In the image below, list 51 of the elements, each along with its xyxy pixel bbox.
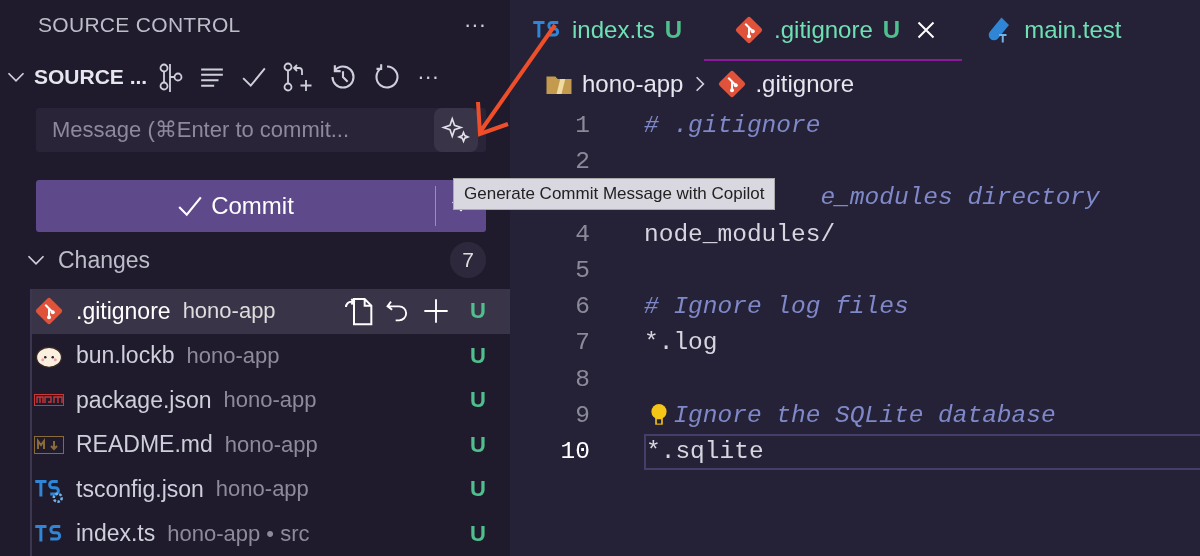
line-number: 10	[559, 438, 591, 466]
count-badge: 7	[450, 242, 486, 279]
file-item[interactable]: index.ts hono-app • src U	[32, 511, 510, 556]
status-letter: U	[470, 431, 486, 458]
editor-tab[interactable]: index.ts U	[510, 0, 705, 61]
section-title: SOURCE ...	[34, 64, 148, 89]
line-number: 7	[574, 329, 591, 357]
file-item[interactable]: bun.lockb hono-app U	[32, 333, 510, 378]
code-line: node_modules/	[644, 219, 837, 250]
code-line: Ignore the SQLite database	[673, 401, 1057, 431]
breadcrumb-item[interactable]: .gitignore	[755, 70, 855, 98]
open-file-icon[interactable]	[342, 295, 375, 328]
changes-title: Changes	[58, 246, 152, 274]
more-button[interactable]: ···	[464, 11, 486, 38]
code-line: e_modules directory	[820, 183, 1100, 214]
code-line: *.log	[644, 328, 719, 359]
line-number: 4	[574, 220, 591, 248]
code-line: *.sqlite	[644, 433, 1200, 470]
plus-icon[interactable]	[422, 297, 451, 326]
sparkle-button[interactable]	[434, 107, 478, 152]
branch-graph-icon[interactable]	[159, 61, 184, 92]
line-number: 5	[574, 256, 591, 284]
panel-title: SOURCE CONTROL	[38, 12, 241, 37]
file-item[interactable]: package.json hono-app U	[32, 378, 510, 423]
commit-message-field[interactable]: Message (⌘Enter to commit...	[50, 115, 434, 144]
markdown-icon	[34, 435, 64, 454]
message-box[interactable]: Message (⌘Enter to commit...	[36, 107, 486, 152]
code-line: # Ignore log files	[644, 292, 910, 323]
refresh-icon[interactable]	[373, 62, 402, 91]
line-number: 2	[574, 147, 591, 175]
file-item[interactable]: README.md hono-app U	[32, 422, 510, 467]
line-number: 6	[574, 293, 591, 321]
npm-icon	[34, 394, 64, 407]
file-item[interactable]: .gitignore hono-app U	[32, 289, 510, 334]
code-line: # .gitignore	[644, 110, 822, 141]
file-item[interactable]: tsconfig.json hono-app U	[32, 467, 510, 512]
status-letter: U	[470, 342, 486, 369]
editor-tab[interactable]: .gitignore U	[704, 0, 963, 61]
close-icon[interactable]	[916, 19, 937, 40]
tooltip: Generate Commit Message with Copilot	[453, 178, 776, 210]
status-letter: U	[470, 387, 486, 414]
breadcrumb-item[interactable]: hono-app	[582, 70, 684, 98]
status-letter: U	[470, 520, 486, 547]
pull-request-icon[interactable]	[283, 61, 314, 92]
more-button[interactable]: ···	[417, 63, 440, 90]
line-number: 8	[574, 365, 591, 393]
line-number: 9	[574, 402, 591, 429]
editor-tab[interactable]: main.test	[962, 0, 1144, 61]
status-letter: U	[470, 476, 486, 503]
line-number: 1	[574, 111, 591, 139]
status-letter: U	[470, 298, 486, 325]
